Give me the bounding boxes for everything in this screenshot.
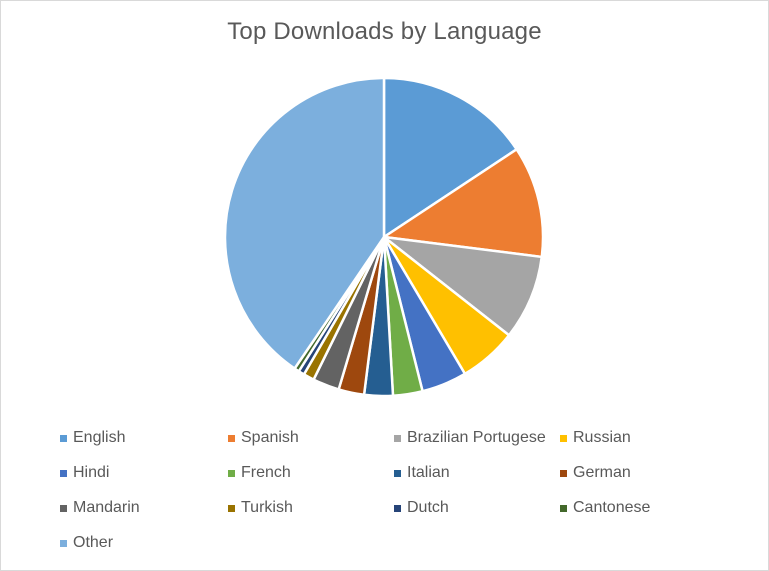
- legend-swatch: [228, 504, 235, 512]
- legend-item-dutch: Dutch: [394, 498, 449, 518]
- legend-swatch: [394, 434, 401, 442]
- legend-label: Mandarin: [73, 499, 140, 516]
- legend-item-mandarin: Mandarin: [60, 498, 140, 518]
- legend-swatch: [394, 504, 401, 512]
- legend-swatch: [60, 504, 67, 512]
- legend-item-english: English: [60, 428, 125, 448]
- legend-swatch: [560, 504, 567, 512]
- legend-label: English: [73, 429, 126, 446]
- legend-item-turkish: Turkish: [228, 498, 293, 518]
- legend-label: French: [241, 464, 291, 481]
- legend-swatch: [394, 469, 401, 477]
- legend-item-russian: Russian: [560, 428, 631, 448]
- legend-label: Spanish: [241, 429, 299, 446]
- legend-swatch: [60, 539, 67, 547]
- legend-swatch: [60, 469, 67, 477]
- legend-label: Cantonese: [573, 499, 651, 516]
- legend-swatch: [228, 434, 235, 442]
- legend-label: Italian: [407, 464, 450, 481]
- legend-item-cantonese: Cantonese: [560, 498, 650, 518]
- legend-item-italian: Italian: [394, 463, 450, 483]
- legend-label: Russian: [573, 429, 631, 446]
- legend-swatch: [60, 434, 67, 442]
- legend-swatch: [560, 469, 567, 477]
- legend-swatch: [228, 469, 235, 477]
- pie-chart: [223, 76, 545, 398]
- legend-item-hindi: Hindi: [60, 463, 109, 483]
- legend-item-other: Other: [60, 533, 113, 553]
- legend-label: Dutch: [407, 499, 449, 516]
- legend-item-french: French: [228, 463, 291, 483]
- legend-item-spanish: Spanish: [228, 428, 299, 448]
- legend-label: German: [573, 464, 631, 481]
- legend-item-brazilian-portugese: Brazilian Portugese: [394, 428, 546, 448]
- legend-label: Other: [73, 534, 114, 551]
- legend-label: Brazilian Portugese: [407, 429, 546, 446]
- legend-swatch: [560, 434, 567, 442]
- legend-label: Hindi: [73, 464, 110, 481]
- legend-label: Turkish: [241, 499, 293, 516]
- legend-item-german: German: [560, 463, 631, 483]
